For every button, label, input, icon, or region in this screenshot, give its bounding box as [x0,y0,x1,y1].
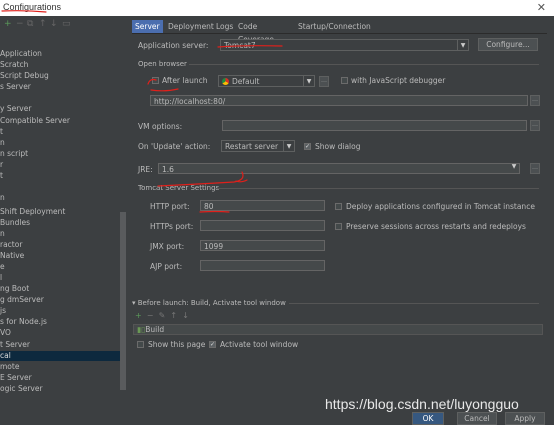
jre-underline-mark [157,171,248,187]
http-port-underline-mark [199,210,230,213]
app-server-underline-mark [217,45,283,48]
watermark-text: https://blog.csdn.net/luyongguo [325,396,519,412]
annotation-marks [1,10,283,213]
after-launch-mark [147,78,179,92]
title-underline-mark [1,10,47,13]
